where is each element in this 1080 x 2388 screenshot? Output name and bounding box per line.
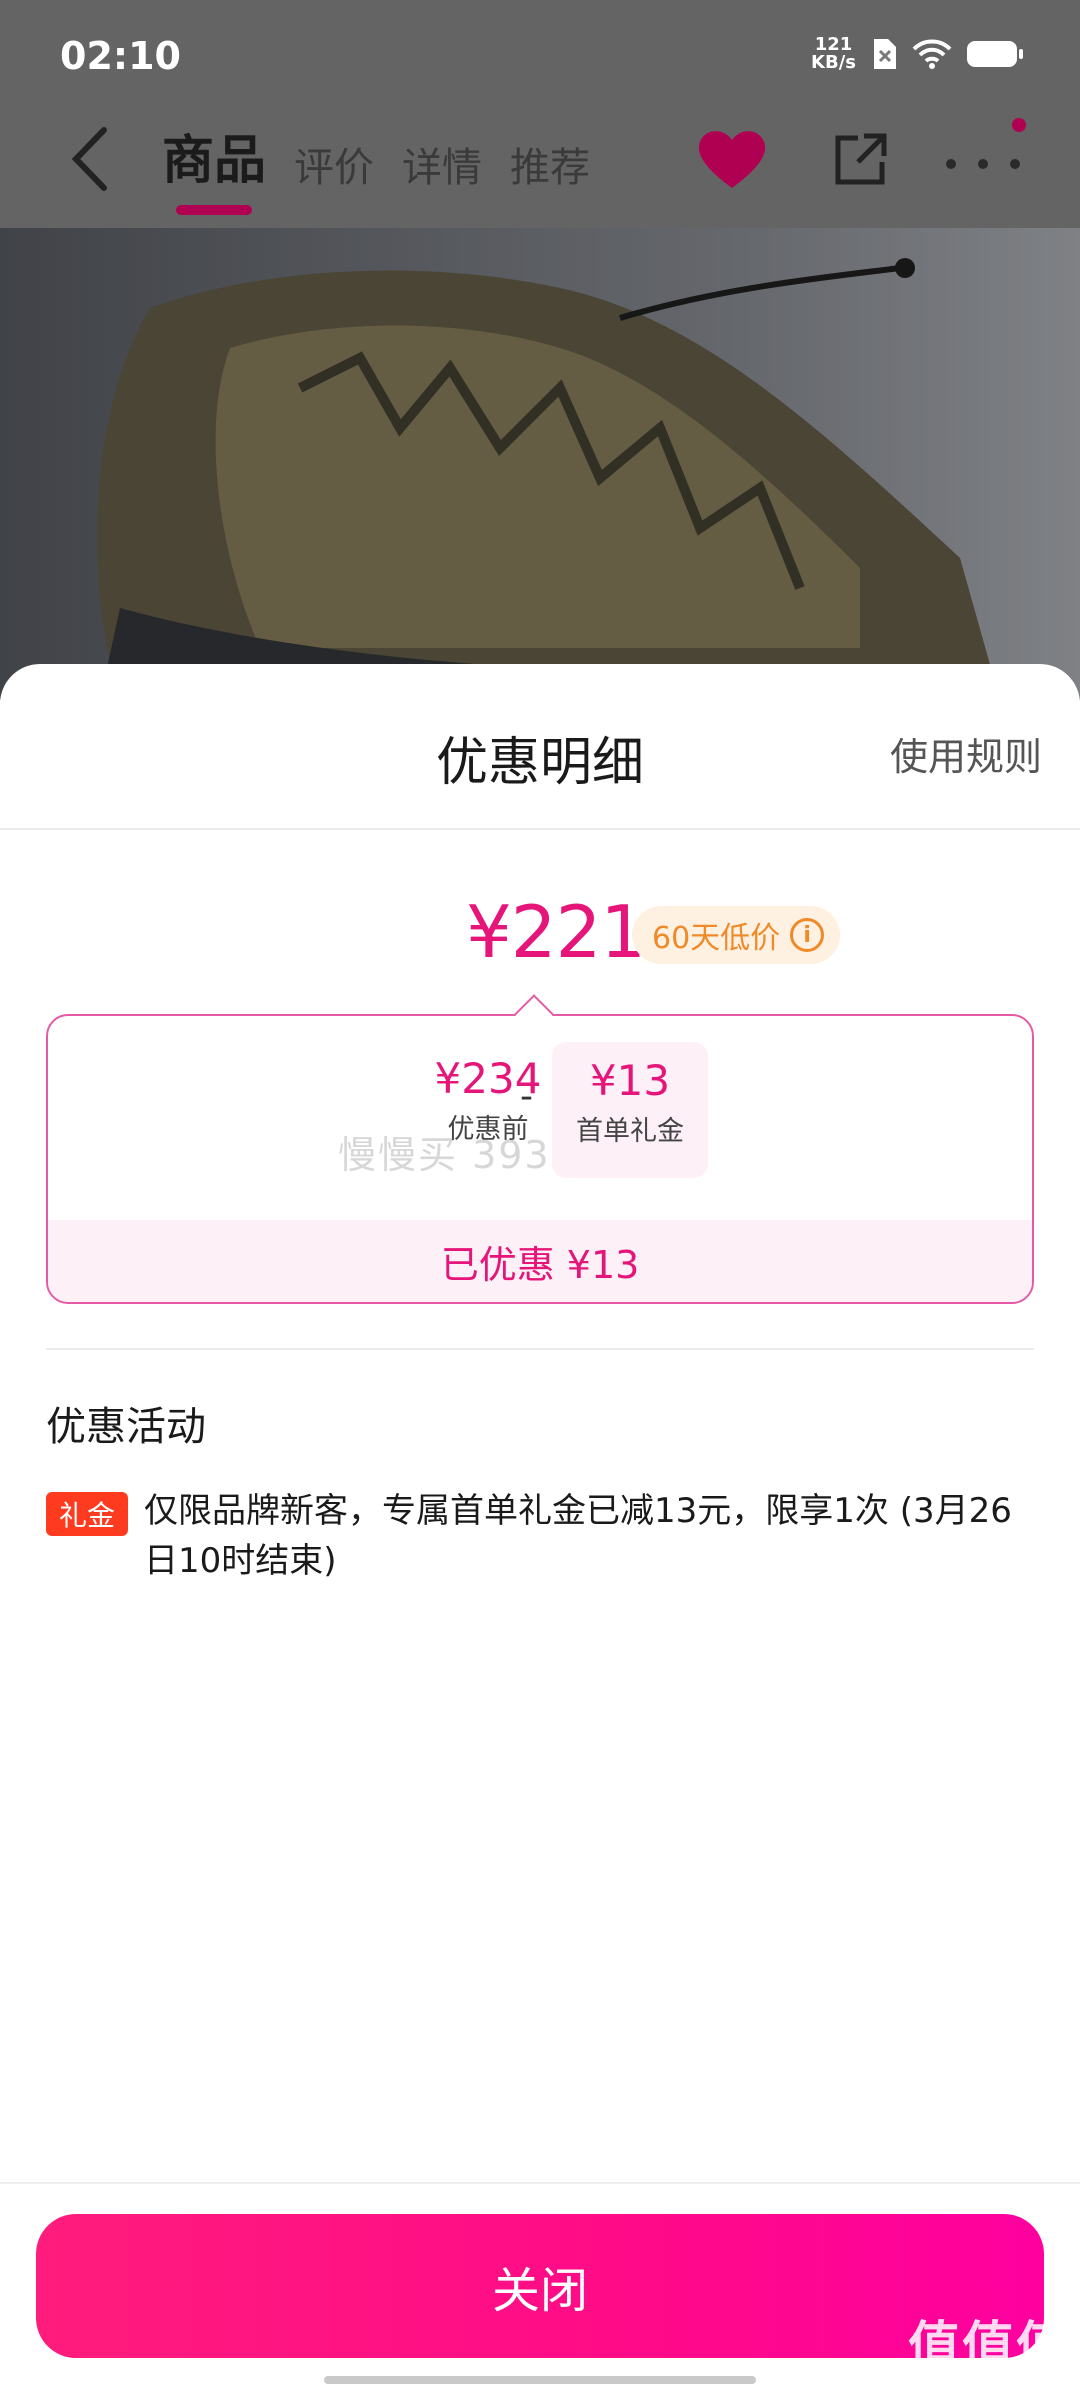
more-icon[interactable] <box>946 134 1020 194</box>
saved-amount: 已优惠 ¥13 <box>48 1220 1032 1302</box>
gift-tag: 礼金 <box>46 1492 128 1536</box>
promotions-title: 优惠活动 <box>46 1404 206 1450</box>
close-button[interactable]: 关闭 <box>36 2214 1044 2358</box>
tab-product[interactable]: 商品 <box>162 118 266 215</box>
tab-recommend[interactable]: 推荐 <box>510 135 590 193</box>
home-indicator[interactable] <box>324 2376 756 2384</box>
divider <box>0 828 1080 830</box>
nav-tabs: 商品 评价 详情 推荐 <box>162 118 590 215</box>
low-price-badge[interactable]: 60天低价 i <box>632 906 841 964</box>
low-price-badge-label: 60天低价 <box>652 921 781 956</box>
divider <box>0 2182 1080 2184</box>
share-icon[interactable] <box>832 132 888 192</box>
usage-rules-link[interactable]: 使用规则 <box>890 726 1042 781</box>
notification-dot <box>1012 118 1026 132</box>
gift-label: 首单礼金 <box>576 1116 684 1147</box>
final-price: ¥221 <box>466 890 646 974</box>
site-watermark-url: zhizhizhi.com <box>908 2379 1070 2388</box>
price-breakdown-box: 慢慢买 3935 ¥234 优惠前 - ¥13 首单礼金 已优惠 ¥13 <box>46 1014 1034 1304</box>
heart-icon[interactable] <box>696 128 768 196</box>
status-icons: 121 KB/s <box>811 36 1024 72</box>
back-icon[interactable] <box>66 124 116 194</box>
product-page-background: 02:10 121 KB/s 商品 评价 详情 推荐 <box>0 0 1080 700</box>
site-watermark-logo: 值值值 <box>907 2317 1070 2377</box>
gift-amount: ¥13 <box>589 1056 671 1105</box>
price-row: ¥221 <box>0 890 1080 980</box>
discount-details-sheet: 优惠明细 使用规则 ¥221 60天低价 i 慢慢买 3935 ¥234 优惠前… <box>0 664 1080 2388</box>
site-watermark: 值值值 zhizhizhi.com <box>908 2304 1070 2388</box>
network-speed-unit: KB/s <box>811 52 856 73</box>
battery-icon <box>966 39 1024 69</box>
wifi-icon <box>912 39 952 69</box>
minus-sign: - <box>520 1076 533 1117</box>
promotion-text: 仅限品牌新客，专属首单礼金已减13元，限享1次 (3月26日10时结束) <box>144 1491 1012 1581</box>
tab-reviews[interactable]: 评价 <box>294 135 374 193</box>
tab-details[interactable]: 详情 <box>402 135 482 193</box>
info-icon[interactable]: i <box>790 918 825 952</box>
modal-overlay[interactable] <box>0 0 1080 700</box>
status-time: 02:10 <box>60 34 181 78</box>
breakdown-content: 慢慢买 3935 ¥234 优惠前 - ¥13 首单礼金 <box>48 1016 1032 1216</box>
sim-off-icon <box>870 37 898 71</box>
divider <box>46 1348 1034 1350</box>
gift-column: ¥13 首单礼金 <box>552 1042 708 1178</box>
network-speed: 121 KB/s <box>811 36 856 72</box>
